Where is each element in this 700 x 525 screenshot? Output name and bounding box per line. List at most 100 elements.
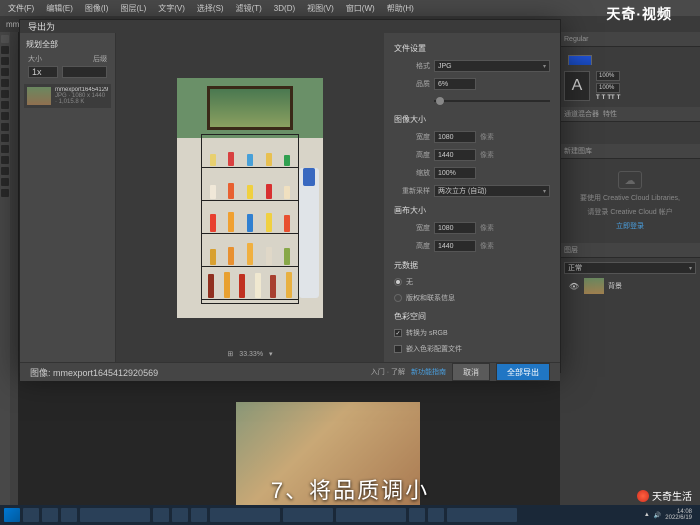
task-item[interactable] <box>283 508 333 522</box>
visibility-icon[interactable]: 👁 <box>568 280 580 292</box>
format-select[interactable]: JPG <box>434 60 550 72</box>
start-button[interactable] <box>4 508 20 522</box>
export-fileinfo: JPG · 1080 x 1440 · 1,015.8 K <box>55 93 108 105</box>
taskbar: ▲🔊 14:082022/6/19 <box>0 505 700 525</box>
export-settings: 文件设置 格式JPG 品质6% 图像大小 宽度1080像素 高度1440像素 缩… <box>384 33 560 362</box>
dialog-footer: 图像: mmexport1645412920569 入门 · 了解 新功能指南 … <box>20 362 560 381</box>
move-tool-icon[interactable] <box>1 35 9 43</box>
brush-tool-icon[interactable] <box>1 101 9 109</box>
export-left-panel: 规划全部 大小后缀 1x mmexport1645412920569 JPG ·… <box>20 33 116 362</box>
hand-tool-icon[interactable] <box>1 178 9 186</box>
clone-tool-icon[interactable] <box>1 112 9 120</box>
tips-link[interactable]: 新功能指南 <box>411 367 446 377</box>
marquee-tool-icon[interactable] <box>1 46 9 54</box>
lasso-tool-icon[interactable] <box>1 57 9 65</box>
scale-val-input[interactable]: 100% <box>434 167 476 179</box>
taskview-icon[interactable] <box>42 508 58 522</box>
panel-tab-layers[interactable]: 图层 <box>560 243 700 258</box>
check-embed[interactable] <box>394 345 402 353</box>
cloud-icon <box>618 171 642 189</box>
section-file: 文件设置 <box>394 43 550 54</box>
menu-help[interactable]: 帮助(H) <box>387 3 414 14</box>
task-item[interactable] <box>191 508 207 522</box>
cancel-button[interactable]: 取消 <box>452 363 490 381</box>
task-item[interactable] <box>172 508 188 522</box>
char-sample: A <box>564 71 590 101</box>
quality-slider[interactable] <box>434 96 550 106</box>
task-item[interactable] <box>336 508 406 522</box>
menu-bar: 文件(F) 编辑(E) 图像(I) 图层(L) 文字(V) 选择(S) 滤镜(T… <box>0 0 700 16</box>
layer-row[interactable]: 👁 背景 <box>564 274 696 298</box>
signin-link[interactable]: 立即登录 <box>616 221 644 231</box>
foot-filename: 图像: mmexport1645412920569 <box>30 366 158 379</box>
section-imgsize: 图像大小 <box>394 114 550 125</box>
clock[interactable]: 14:082022/6/19 <box>665 509 692 521</box>
crop-tool-icon[interactable] <box>1 79 9 87</box>
menu-edit[interactable]: 编辑(E) <box>46 3 73 14</box>
water-cooler <box>299 168 319 298</box>
radio-none[interactable] <box>394 278 402 286</box>
suffix-input[interactable] <box>62 66 107 78</box>
export-dialog: 导出为 规划全部 大小后缀 1x mmexport1645412920569 J… <box>19 19 561 373</box>
radio-copyright[interactable] <box>394 294 402 302</box>
menu-3d[interactable]: 3D(D) <box>274 4 295 13</box>
canvas-height-input[interactable]: 1440 <box>434 240 476 252</box>
quality-input[interactable]: 6% <box>434 78 476 90</box>
width-input[interactable]: 1080 <box>434 131 476 143</box>
panel-tab-library[interactable]: 新建图库 <box>560 144 700 159</box>
task-item[interactable] <box>153 508 169 522</box>
layer-thumb <box>584 278 604 294</box>
preview-area: ⊞33.33%▾ <box>116 33 384 362</box>
task-item[interactable] <box>428 508 444 522</box>
dialog-title: 导出为 <box>20 20 560 33</box>
export-item[interactable]: mmexport1645412920569 JPG · 1080 x 1440 … <box>24 84 111 108</box>
menu-window[interactable]: 窗口(W) <box>346 3 375 14</box>
check-srgb[interactable]: ✓ <box>394 329 402 337</box>
blend-mode-select[interactable]: 正常 <box>564 262 696 274</box>
menu-type[interactable]: 文字(V) <box>158 3 185 14</box>
task-item[interactable] <box>210 508 280 522</box>
character-panel: A 100% 100% TTTTT <box>560 65 700 107</box>
eraser-tool-icon[interactable] <box>1 123 9 131</box>
canvas-width-input[interactable]: 1080 <box>434 222 476 234</box>
menu-filter[interactable]: 滤镜(T) <box>236 3 262 14</box>
task-item[interactable] <box>80 508 150 522</box>
panel-tab-mixer[interactable]: 通道混合器特性 <box>560 107 700 122</box>
collapsed-panel-strip <box>10 32 18 511</box>
section-metadata: 元数据 <box>394 260 550 271</box>
wand-tool-icon[interactable] <box>1 68 9 76</box>
export-thumb <box>27 87 51 105</box>
menu-select[interactable]: 选择(S) <box>197 3 224 14</box>
pen-tool-icon[interactable] <box>1 156 9 164</box>
scale-input[interactable]: 1x <box>28 66 58 78</box>
system-tray[interactable]: ▲🔊 14:082022/6/19 <box>644 509 696 521</box>
menu-layer[interactable]: 图层(L) <box>120 3 146 14</box>
library-panel: 要使用 Creative Cloud Libraries, 请登录 Creati… <box>560 159 700 243</box>
task-item[interactable] <box>447 508 517 522</box>
menu-file[interactable]: 文件(F) <box>8 3 34 14</box>
task-item[interactable] <box>61 508 77 522</box>
menu-image[interactable]: 图像(I) <box>85 3 109 14</box>
menu-view[interactable]: 视图(V) <box>307 3 334 14</box>
opacity-input[interactable]: 100% <box>596 71 620 81</box>
shelf <box>201 134 299 304</box>
section-canvassize: 画布大小 <box>394 205 550 216</box>
task-item[interactable] <box>409 508 425 522</box>
layer-name: 背景 <box>608 281 622 291</box>
lib-text2: 请登录 Creative Cloud 帐户 <box>587 207 672 217</box>
preview-image <box>177 78 323 318</box>
eyedropper-tool-icon[interactable] <box>1 90 9 98</box>
gradient-tool-icon[interactable] <box>1 134 9 142</box>
toolbox <box>0 32 10 511</box>
resample-select[interactable]: 两次立方 (自动) <box>434 185 550 197</box>
search-icon[interactable] <box>23 508 39 522</box>
height-input[interactable]: 1440 <box>434 149 476 161</box>
fill-input[interactable]: 100% <box>596 83 620 93</box>
zoom-tool-icon[interactable] <box>1 189 9 197</box>
caption-overlay: 7、将品质调小 <box>271 473 429 505</box>
type-tool-icon[interactable] <box>1 145 9 153</box>
preview-zoom: ⊞33.33%▾ <box>227 350 272 358</box>
shape-tool-icon[interactable] <box>1 167 9 175</box>
panel-header-properties[interactable]: Regular <box>560 32 700 47</box>
export-all-button[interactable]: 全部导出 <box>496 363 550 381</box>
